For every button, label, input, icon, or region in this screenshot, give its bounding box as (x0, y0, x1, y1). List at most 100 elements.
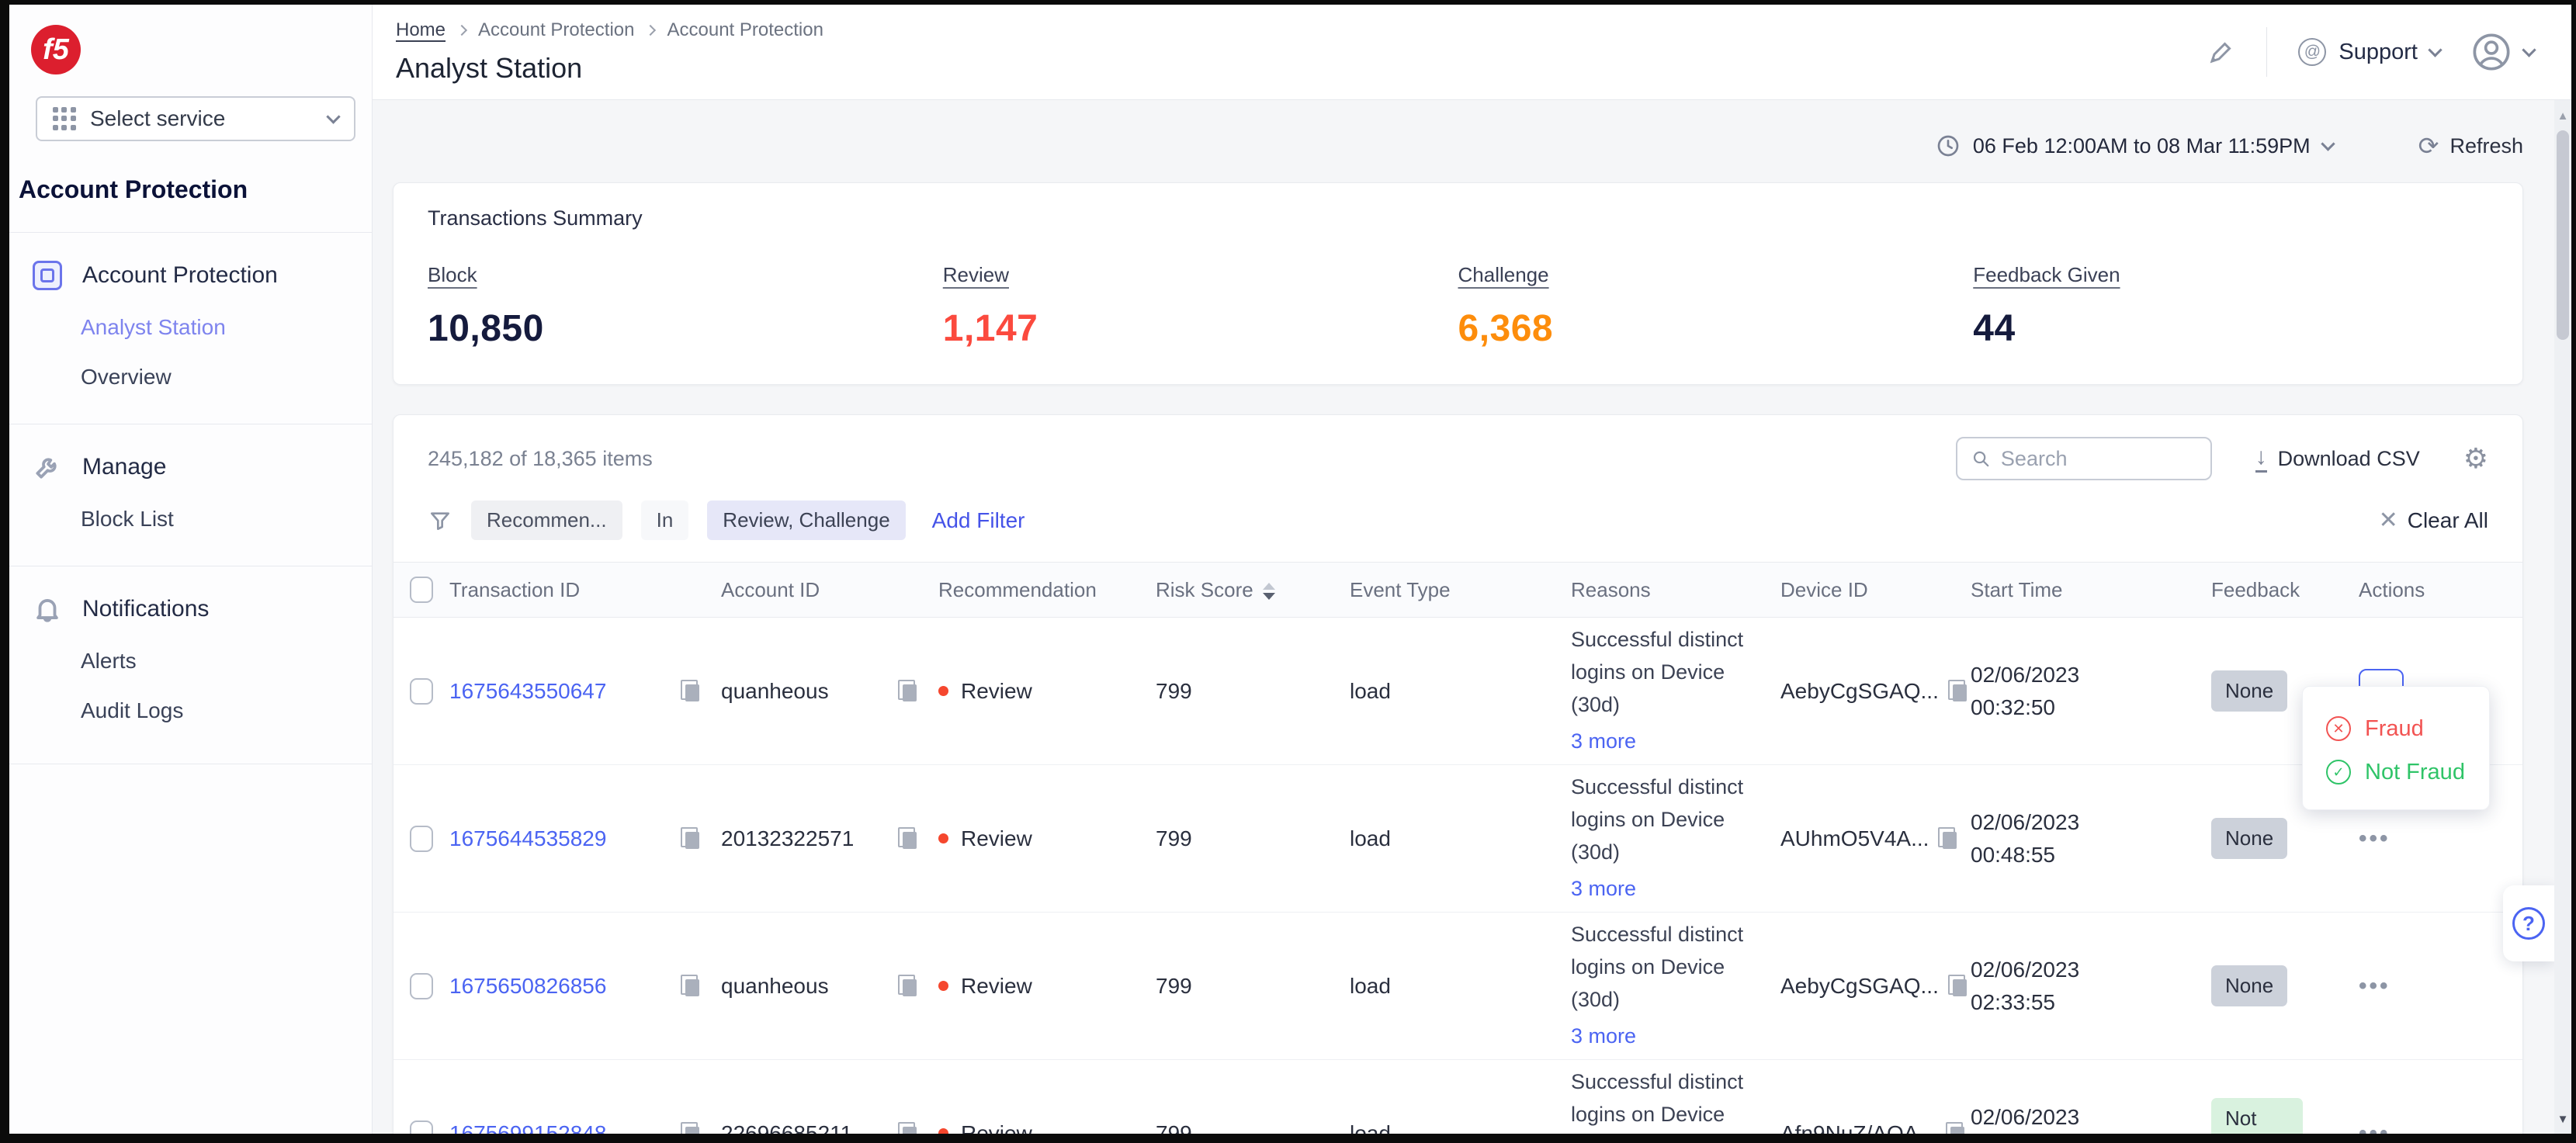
content-area: 06 Feb 12:00AM to 08 Mar 11:59PM ⟳ Refre… (373, 100, 2571, 1134)
breadcrumb-item: Account Protection (667, 19, 823, 41)
more-reasons-link[interactable]: 3 more (1571, 873, 1636, 906)
account-id: quanheous (721, 974, 829, 999)
transactions-summary-card: Transactions Summary Block 10,850 Review… (393, 182, 2523, 385)
scroll-up-icon[interactable]: ▲ (2557, 109, 2569, 123)
sidebar-item-manage[interactable]: Manage (9, 424, 372, 482)
search-input[interactable] (2001, 447, 2196, 471)
more-reasons-link[interactable]: 3 more (1571, 1020, 1636, 1053)
breadcrumb-item[interactable]: Account Protection (478, 19, 634, 41)
transaction-id-link[interactable]: 1675650826856 (449, 974, 606, 999)
copy-icon[interactable] (681, 827, 701, 850)
row-checkbox[interactable] (410, 973, 433, 999)
select-all-checkbox[interactable] (410, 577, 433, 603)
refresh-button[interactable]: ⟳ Refresh (2418, 131, 2523, 161)
copy-icon[interactable] (681, 975, 701, 998)
sidebar-item-alerts[interactable]: Alerts (9, 624, 372, 674)
sidebar-item-analyst-station[interactable]: Analyst Station (9, 290, 372, 340)
clock-icon (1936, 133, 1961, 158)
event-type: load (1350, 679, 1571, 704)
col-event-type[interactable]: Event Type (1350, 578, 1571, 602)
more-reasons-link[interactable]: 3 more (1571, 726, 1636, 758)
table-row: 1675643550647 quanheous Review 799 load … (394, 618, 2522, 765)
vertical-scrollbar[interactable]: ▲ ▼ (2554, 100, 2571, 1134)
row-actions-button[interactable]: ••• (2359, 1120, 2391, 1134)
sidebar-item-audit-logs[interactable]: Audit Logs (9, 674, 372, 723)
scroll-down-icon[interactable]: ▼ (2557, 1113, 2569, 1126)
reasons-text: Successful distinct logins on Device (30… (1571, 628, 1743, 716)
pencil-icon[interactable] (2207, 38, 2235, 66)
transaction-id-link[interactable]: 1675699152848 (449, 1121, 606, 1134)
menu-item-not-fraud[interactable]: ✓ Not Fraud (2326, 750, 2489, 794)
breadcrumb-home[interactable]: Home (396, 19, 446, 41)
transaction-id-link[interactable]: 1675643550647 (449, 679, 606, 704)
col-risk-score[interactable]: Risk Score (1156, 578, 1350, 602)
row-checkbox[interactable] (410, 1120, 433, 1134)
download-icon: ↓ (2255, 445, 2267, 473)
col-device-id[interactable]: Device ID (1780, 578, 1971, 602)
download-csv-button[interactable]: ↓ Download CSV (2255, 445, 2420, 473)
sidebar-item-account-protection[interactable]: Account Protection (9, 233, 372, 290)
copy-icon[interactable] (898, 680, 918, 703)
filter-field-chip[interactable]: Recommen... (471, 500, 622, 540)
event-type: load (1350, 974, 1571, 999)
start-time: 00:48:55 (1971, 839, 2211, 871)
top-bar: Home Account Protection Account Protecti… (373, 5, 2571, 100)
stat-challenge: Challenge 6,368 (1458, 263, 1974, 350)
gear-icon[interactable]: ⚙ (2463, 442, 2488, 475)
page-title: Analyst Station (396, 52, 823, 85)
sidebar-item-overview[interactable]: Overview (9, 340, 372, 390)
clear-all-button[interactable]: ✕ Clear All (2379, 507, 2488, 534)
table-row: 1675644535829 20132322571 Review 799 loa… (394, 765, 2522, 913)
copy-icon[interactable] (898, 827, 918, 850)
transaction-id-link[interactable]: 1675644535829 (449, 826, 606, 851)
copy-icon[interactable] (1946, 1122, 1966, 1134)
filter-value-chip[interactable]: Review, Challenge (707, 500, 905, 540)
stat-feedback-given-value: 44 (1973, 307, 2488, 350)
copy-icon[interactable] (1948, 975, 1968, 998)
help-button[interactable]: ? (2503, 885, 2554, 961)
row-actions-button[interactable]: ••• (2359, 826, 2391, 851)
sidebar-item-block-list[interactable]: Block List (9, 482, 372, 532)
row-actions-button[interactable]: ••• (2359, 973, 2391, 999)
close-icon: ✕ (2379, 507, 2398, 534)
account-id: 20132322571 (721, 826, 854, 851)
stat-feedback-given-label[interactable]: Feedback Given (1973, 263, 2120, 286)
event-type: load (1350, 826, 1571, 851)
items-count: 245,182 of 18,365 items (428, 447, 653, 471)
copy-icon[interactable] (898, 975, 918, 998)
table-header-row: Transaction ID Account ID Recommendation… (394, 562, 2522, 618)
filter-operator-chip[interactable]: In (641, 500, 689, 540)
col-account-id[interactable]: Account ID (721, 578, 938, 602)
scrollbar-thumb[interactable] (2557, 130, 2569, 340)
support-menu[interactable]: @ Support (2298, 38, 2440, 66)
add-filter-button[interactable]: Add Filter (932, 508, 1025, 533)
start-date: 02/06/2023 (1971, 954, 2211, 986)
search-box[interactable] (1956, 437, 2212, 480)
main-area: Home Account Protection Account Protecti… (373, 5, 2571, 1134)
menu-item-fraud[interactable]: ✕ Fraud (2326, 707, 2489, 750)
copy-icon[interactable] (681, 680, 701, 703)
col-recommendation[interactable]: Recommendation (938, 578, 1156, 602)
service-selector[interactable]: Select service (36, 96, 355, 141)
copy-icon[interactable] (898, 1122, 918, 1134)
copy-icon[interactable] (1948, 680, 1968, 703)
stat-block-label[interactable]: Block (428, 263, 477, 286)
copy-icon[interactable] (681, 1122, 701, 1134)
col-reasons[interactable]: Reasons (1571, 578, 1780, 602)
bell-icon (33, 594, 62, 624)
sort-icon[interactable] (1263, 583, 1275, 600)
copy-icon[interactable] (1938, 827, 1958, 850)
account-id: quanheous (721, 679, 829, 704)
row-checkbox[interactable] (410, 826, 433, 852)
col-feedback[interactable]: Feedback (2211, 578, 2359, 602)
col-transaction-id[interactable]: Transaction ID (449, 578, 721, 602)
row-checkbox[interactable] (410, 678, 433, 705)
date-range-picker[interactable]: 06 Feb 12:00AM to 08 Mar 11:59PM (1936, 133, 2333, 158)
f5-logo: f5 (31, 25, 81, 74)
col-start-time[interactable]: Start Time (1971, 578, 2211, 602)
stat-challenge-label[interactable]: Challenge (1458, 263, 1549, 286)
stat-review-label[interactable]: Review (943, 263, 1009, 286)
sidebar-item-notifications[interactable]: Notifications (9, 566, 372, 624)
service-selector-label: Select service (90, 106, 314, 131)
user-menu[interactable] (2471, 32, 2534, 72)
